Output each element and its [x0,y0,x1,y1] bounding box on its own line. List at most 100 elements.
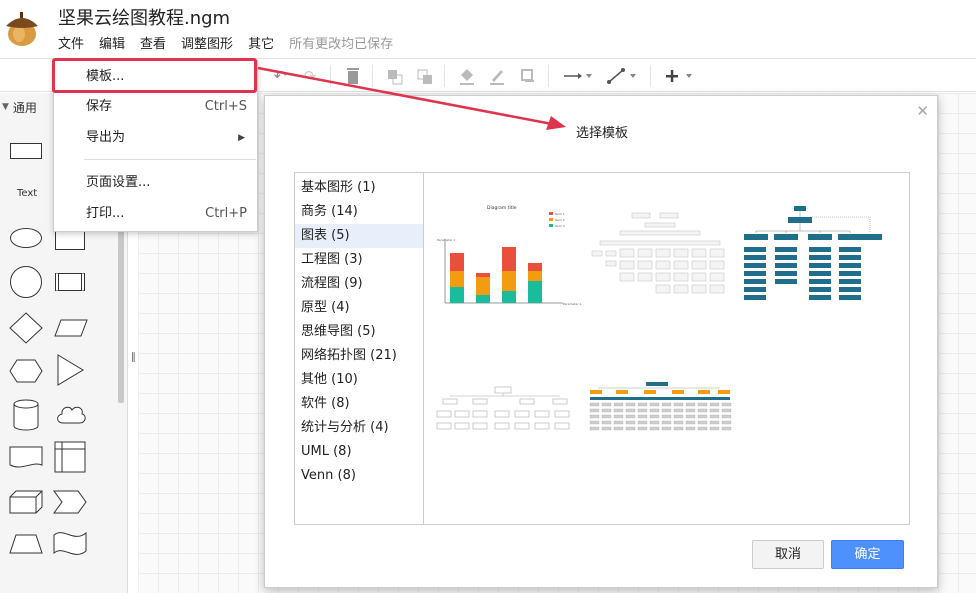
thumb-bar [476,273,490,277]
thumb-legend-swatch [549,218,553,221]
thumb-legend-label: Item 1 [555,212,565,216]
thumb-bar [528,271,542,281]
collapse-triangle-icon: ▼ [2,102,9,112]
panel-resize-grip[interactable]: ∥ [131,352,136,363]
shortcut-label: Ctrl+P [205,206,247,221]
triangle-shape[interactable] [56,353,86,387]
shadow-icon[interactable] [519,66,537,86]
cloud-shape[interactable] [54,401,88,427]
thumb-x-label: Parameter 2 [563,302,582,306]
palette-section-label: 通用 [12,100,37,115]
line-color-icon[interactable] [488,66,506,86]
menu-edit[interactable]: 编辑 [99,33,125,52]
toolbar-divider [548,65,549,87]
thumb-chart-title: Diagram title [487,205,517,211]
waypoint-style-icon[interactable] [606,66,638,86]
to-front-icon[interactable] [386,66,404,86]
category-item[interactable]: 工程图 (3) [295,248,423,272]
cancel-button[interactable]: 取消 [752,540,824,569]
diamond-shape[interactable] [8,311,44,345]
menu-item-label: 保存 [86,99,113,114]
category-item-selected[interactable]: 图表 (5) [295,224,423,248]
thumb-bar [528,263,542,271]
text-shape[interactable]: Text [17,188,37,199]
thumb-bar [450,271,464,287]
thumb-legend-swatch [549,212,553,215]
dialog-title: 选择模板 [576,126,629,141]
rectangle-shape[interactable] [10,143,42,159]
category-item[interactable]: 原型 (4) [295,296,423,320]
menu-item-label: 打印... [86,206,125,221]
thumb-bar [502,271,516,291]
menu-arrange[interactable]: 调整图形 [181,33,233,52]
thumb-bar [450,287,464,303]
category-item[interactable]: UML (8) [295,440,423,464]
submenu-arrow-icon: ▶ [238,133,245,143]
menu-item-page-setup[interactable]: 页面设置... [54,169,257,197]
redo-icon[interactable]: ↷ [300,66,320,86]
cube-shape[interactable] [8,489,44,515]
category-item[interactable]: Venn (8) [295,464,423,488]
hexagon-shape[interactable] [8,358,44,384]
palette-scrollbar[interactable] [118,223,124,403]
thumb-legend-label: Item 3 [555,224,565,228]
acorn-logo-icon [6,12,38,46]
thumb-bar [528,281,542,303]
template-thumb-bar-chart[interactable]: Diagram title Item 1 Item 2 Item 3 Param… [435,201,585,311]
internal-storage-shape[interactable] [53,440,87,474]
annotation-highlight-box [52,58,257,93]
toolbar-divider [330,65,331,87]
category-item[interactable]: 思维导图 (5) [295,320,423,344]
category-item[interactable]: 流程图 (9) [295,272,423,296]
process-shape[interactable] [55,273,85,291]
close-icon[interactable]: ✕ [916,102,929,120]
ok-button[interactable]: 确定 [831,540,904,569]
template-thumb-teal-org-chart[interactable] [740,203,890,308]
connector-style-icon[interactable] [562,66,594,86]
trapezoid-shape[interactable] [8,533,44,555]
insert-plus-icon[interactable] [662,66,694,86]
menu-item-export[interactable]: 导出为 ▶ [54,124,257,152]
tape-shape[interactable] [52,529,88,557]
category-item[interactable]: 商务 (14) [295,200,423,224]
menu-item-save[interactable]: 保存 Ctrl+S [54,93,257,121]
thumb-bar [502,291,516,303]
category-item[interactable]: 基本图形 (1) [295,176,423,200]
category-item[interactable]: 网络拓扑图 (21) [295,344,423,368]
to-back-icon[interactable] [416,66,434,86]
menu-item-label: 导出为 [86,130,126,145]
thumb-legend-swatch [549,224,553,227]
menu-item-label: 页面设置... [86,175,151,190]
shortcut-label: Ctrl+S [204,99,247,114]
thumb-bar [476,277,490,295]
menu-divider [84,159,256,160]
template-thumb-tree-diagram[interactable] [435,385,585,435]
template-thumb-gray-org-chart[interactable] [590,211,730,301]
menu-item-print[interactable]: 打印... Ctrl+P [54,200,257,228]
delete-icon[interactable] [345,66,361,86]
parallelogram-shape[interactable] [53,318,89,338]
thumb-legend-label: Item 2 [555,218,565,222]
thumb-bar [450,253,464,271]
document-shape[interactable] [8,445,44,471]
menu-other[interactable]: 其它 [248,33,274,52]
fill-color-icon[interactable] [458,66,476,86]
thumb-bar [502,247,516,271]
step-shape[interactable] [52,489,88,515]
cylinder-shape[interactable] [12,398,40,432]
ellipse-shape[interactable] [10,228,42,248]
template-browser: 基本图形 (1) 商务 (14) 图表 (5) 工程图 (3) 流程图 (9) … [294,172,910,525]
circle-shape[interactable] [10,266,42,298]
template-thumb-orange-org-chart[interactable] [588,381,733,437]
undo-icon[interactable]: ↶ [270,66,290,86]
thumb-y-label: Parameter 1 [437,238,456,242]
menu-file[interactable]: 文件 [58,33,84,52]
menu-view[interactable]: 查看 [140,33,166,52]
save-status: 所有更改均已保存 [289,37,394,52]
category-list: 基本图形 (1) 商务 (14) 图表 (5) 工程图 (3) 流程图 (9) … [295,173,424,524]
thumb-bar [476,295,490,303]
category-item[interactable]: 统计与分析 (4) [295,416,423,440]
category-item[interactable]: 其他 (10) [295,368,423,392]
category-item[interactable]: 软件 (8) [295,392,423,416]
document-title[interactable]: 坚果云绘图教程.ngm [58,4,230,30]
